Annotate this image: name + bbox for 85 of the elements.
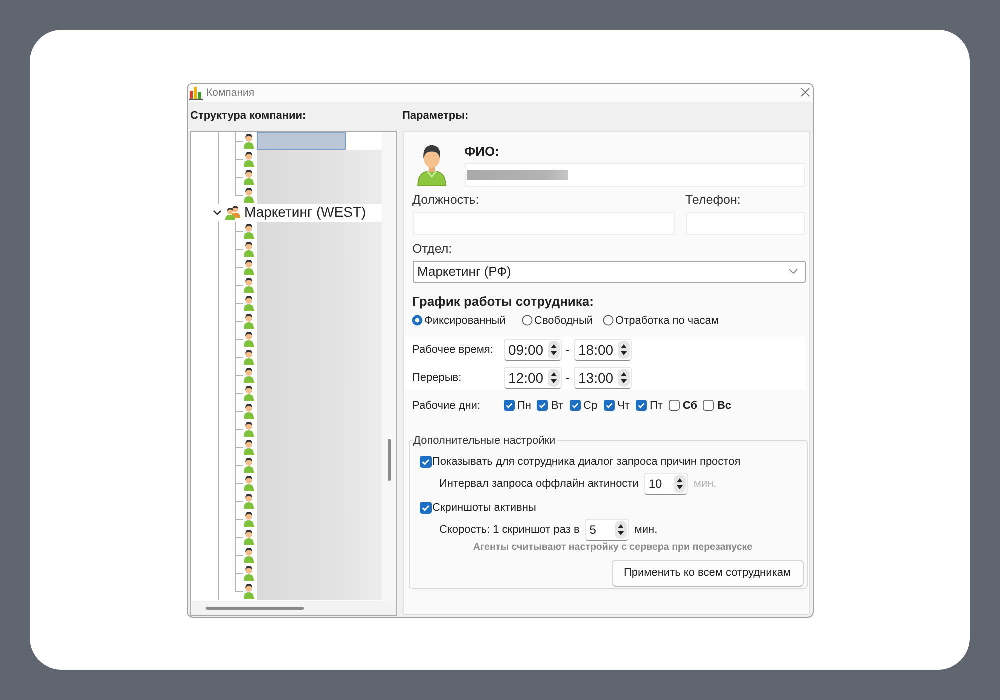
day-checkbox[interactable]: Пн <box>504 398 532 412</box>
spin-arrows-icon[interactable] <box>614 520 627 538</box>
person-icon <box>242 384 254 400</box>
person-icon <box>242 474 254 490</box>
blurred-name[interactable] <box>256 132 346 150</box>
number-spinbox[interactable]: 5 <box>584 518 629 540</box>
blurred-name[interactable] <box>256 582 382 600</box>
radio-option[interactable]: Свободный <box>522 314 602 328</box>
person-icon <box>242 294 254 310</box>
field-label: Отдел: <box>412 242 454 256</box>
group-title: Дополнительные настройки <box>412 434 557 448</box>
day-checkbox[interactable]: Вт <box>537 398 564 412</box>
radio-option[interactable]: Фиксированный <box>412 314 522 328</box>
spin-arrows-icon[interactable] <box>548 340 560 358</box>
person-icon <box>242 258 254 274</box>
day-checkbox[interactable]: Ср <box>570 398 598 412</box>
unit-label: мин. <box>634 522 658 536</box>
time-spinbox[interactable]: 12:00 <box>504 366 562 388</box>
range-separator: - <box>566 370 570 384</box>
scrollbar-thumb[interactable] <box>206 606 304 610</box>
hint-text: Агенты считывают настройку с сервера при перезапуске <box>472 542 754 554</box>
person-icon <box>242 276 254 292</box>
person-icon <box>242 546 254 562</box>
person-icon <box>242 420 254 436</box>
input-field[interactable] <box>464 162 804 186</box>
option-checkbox[interactable]: Скриншоты активны <box>420 500 806 516</box>
person-icon <box>242 510 254 526</box>
range-separator: - <box>566 342 570 356</box>
person-icon <box>242 132 254 148</box>
field-label: Перерыв: <box>412 370 463 384</box>
person-icon <box>242 150 254 166</box>
number-spinbox[interactable]: 10 <box>644 472 688 494</box>
apply-button[interactable]: Применить ко всем сотрудникам <box>612 560 804 586</box>
chevron-down-icon[interactable] <box>212 210 222 216</box>
time-spinbox[interactable]: 09:00 <box>504 338 562 360</box>
department-label[interactable]: Маркетинг (WEST) <box>244 204 368 221</box>
field-label: Должность: <box>412 192 480 208</box>
day-checkbox[interactable]: Пт <box>636 398 663 412</box>
avatar-icon <box>416 142 446 186</box>
chevron-down-icon <box>788 269 798 274</box>
person-icon <box>242 564 254 580</box>
person-icon <box>242 582 254 598</box>
option-checkbox[interactable]: Показывать для сотрудника диалог запроса причин простоя <box>420 454 806 470</box>
person-icon <box>242 240 254 256</box>
department-dropdown[interactable]: Маркетинг (РФ) <box>412 260 806 282</box>
blurred-name[interactable] <box>256 222 382 240</box>
blurred-name[interactable] <box>256 186 382 204</box>
section-heading: График работы сотрудника: <box>412 294 595 310</box>
person-icon <box>242 528 254 544</box>
person-icon <box>242 168 254 184</box>
person-icon <box>242 492 254 508</box>
scrollbar-thumb[interactable] <box>388 438 390 480</box>
person-icon <box>242 438 254 454</box>
panel-heading: Параметры: <box>402 109 469 123</box>
day-checkbox[interactable]: Вс <box>703 398 732 412</box>
spin-arrows-icon[interactable] <box>548 368 560 386</box>
person-icon <box>242 330 254 346</box>
field-label: Интервал запроса оффлайн актиности <box>440 476 639 490</box>
spin-arrows-icon[interactable] <box>674 474 686 492</box>
person-icon <box>242 456 254 472</box>
field-label: Скорость: 1 скриншот раз в <box>440 522 580 536</box>
blurred-name[interactable] <box>256 150 382 168</box>
panel-heading: Структура компании: <box>190 109 306 123</box>
field-label: ФИО: <box>464 144 500 160</box>
spin-arrows-icon[interactable] <box>618 340 630 358</box>
person-icon <box>242 366 254 382</box>
close-icon[interactable] <box>800 88 810 97</box>
spin-arrows-icon[interactable] <box>618 368 630 386</box>
person-icon <box>242 348 254 364</box>
field-label: Рабочие дни: <box>412 398 482 412</box>
time-spinbox[interactable]: 13:00 <box>574 366 632 388</box>
radio-option[interactable]: Отработка по часам <box>602 314 804 328</box>
day-checkbox[interactable]: Чт <box>604 398 630 412</box>
unit-label: мин. <box>694 476 717 490</box>
time-spinbox[interactable]: 18:00 <box>574 338 632 360</box>
field-label: Телефон: <box>686 192 742 208</box>
person-icon <box>242 186 254 202</box>
people-icon <box>224 206 240 220</box>
field-label: Рабочее время: <box>412 342 494 356</box>
person-icon <box>242 402 254 418</box>
person-icon <box>242 312 254 328</box>
day-checkbox[interactable]: Сб <box>668 398 698 412</box>
person-icon <box>242 222 254 238</box>
window-title: Компания <box>206 86 255 100</box>
bar-chart-icon <box>188 86 202 100</box>
